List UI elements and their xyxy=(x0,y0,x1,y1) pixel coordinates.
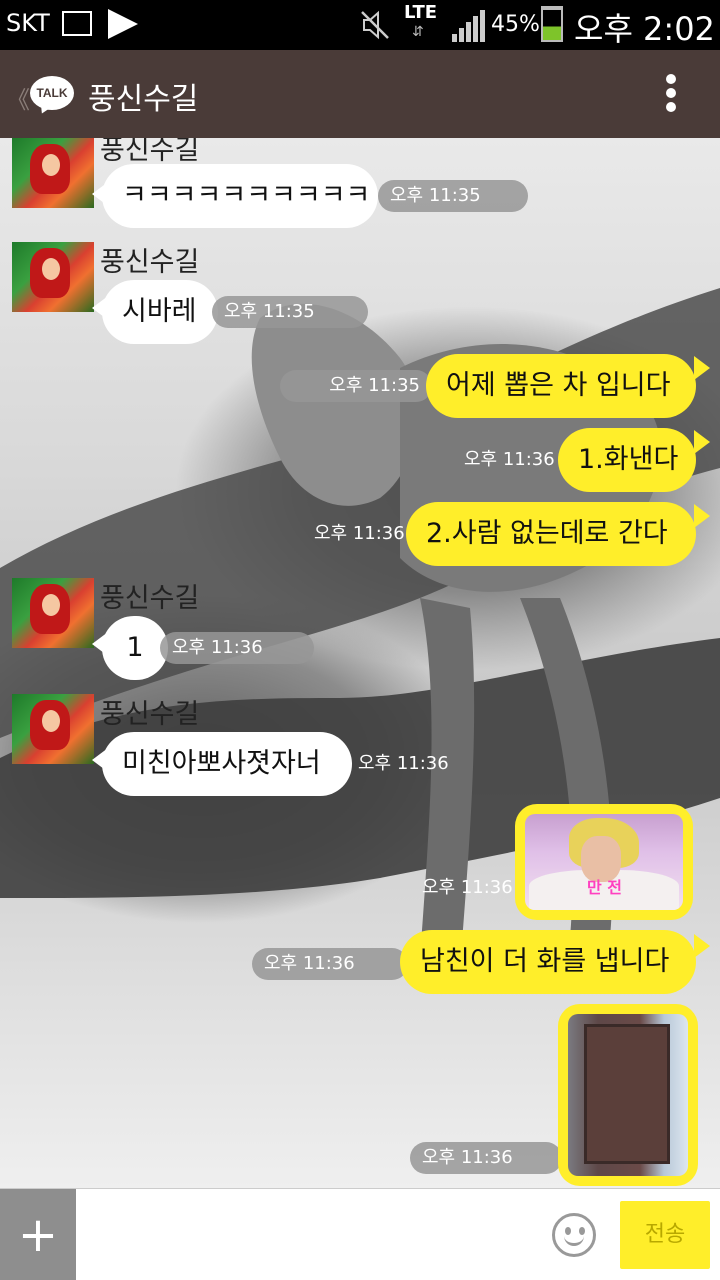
message-bubble[interactable]: 2.사람 없는데로 간다 xyxy=(406,502,696,566)
message-input-bar: + 전송 xyxy=(0,1188,720,1280)
network-type: LTE xyxy=(404,2,438,23)
message-time: 오후 11:36 xyxy=(358,753,449,774)
chat-header: 《 TALK 풍신수길 xyxy=(0,50,720,138)
battery-icon xyxy=(541,6,563,42)
kakaotalk-logo-icon: TALK xyxy=(30,76,74,110)
play-notification-icon xyxy=(108,9,138,39)
data-arrows-icon: ⇵ xyxy=(412,24,424,40)
sender-avatar[interactable] xyxy=(12,242,94,312)
message-bubble[interactable]: 1.화낸다 xyxy=(558,428,696,492)
bubble-tail xyxy=(694,430,710,454)
chat-title: 풍신수길 xyxy=(88,82,199,117)
message-time: 오후 11:36 xyxy=(160,632,314,664)
sender-avatar[interactable] xyxy=(12,694,94,764)
message-bubble[interactable]: 시바레 xyxy=(102,280,218,344)
mute-icon xyxy=(361,10,389,40)
signal-icon xyxy=(452,10,485,42)
message-time: 오후 11:36 xyxy=(422,877,513,898)
image-message[interactable]: 만 전 xyxy=(515,804,693,920)
message-time: 오후 11:36 xyxy=(252,948,408,980)
sender-avatar[interactable] xyxy=(12,138,94,208)
message-bubble[interactable]: 남친이 더 화를 냅니다 xyxy=(400,930,696,994)
message-bubble[interactable]: 미친아뽀사졋자너 xyxy=(102,732,352,796)
status-bar: SKT LTE ⇵ 45% 오후 2:02 xyxy=(0,0,720,50)
emoticon-icon[interactable] xyxy=(552,1213,596,1257)
battery-percent: 45% xyxy=(491,12,540,37)
message-bubble[interactable]: ㅋㅋㅋㅋㅋㅋㅋㅋㅋㅋ xyxy=(102,164,378,228)
photo-thumbnail xyxy=(568,1014,688,1176)
message-time: 오후 11:35 xyxy=(280,370,432,402)
message-time: 오후 11:35 xyxy=(378,180,528,212)
chat-area[interactable]: 풍신수길 ㅋㅋㅋㅋㅋㅋㅋㅋㅋㅋ 오후 11:35 풍신수길 시바레 오후 11:… xyxy=(0,138,720,1188)
sender-name: 풍신수길 xyxy=(100,583,200,614)
message-bubble[interactable]: 어제 뽑은 차 입니다 xyxy=(426,354,696,418)
message-time: 오후 11:36 xyxy=(410,1142,562,1174)
message-input[interactable] xyxy=(76,1189,546,1280)
message-time: 오후 11:36 xyxy=(314,523,405,544)
sender-name: 풍신수길 xyxy=(100,138,200,166)
message-time: 오후 11:36 xyxy=(464,449,555,470)
bubble-tail xyxy=(694,934,710,958)
send-button[interactable]: 전송 xyxy=(620,1201,710,1269)
clock: 오후 2:02 xyxy=(574,10,715,48)
sender-name: 풍신수길 xyxy=(100,699,200,730)
message-time: 오후 11:35 xyxy=(212,296,368,328)
sender-avatar[interactable] xyxy=(12,578,94,648)
image-caption: 만 전 xyxy=(587,878,623,897)
sender-name: 풍신수길 xyxy=(100,247,200,278)
gallery-notification-icon xyxy=(62,11,92,36)
back-icon[interactable]: 《 xyxy=(6,80,30,115)
bubble-tail xyxy=(694,356,710,380)
attach-plus-button[interactable]: + xyxy=(0,1189,76,1280)
bubble-tail xyxy=(694,504,710,528)
overflow-menu-icon[interactable] xyxy=(666,74,678,114)
image-message[interactable] xyxy=(558,1004,698,1186)
carrier-label: SKT xyxy=(6,9,50,37)
message-bubble[interactable]: 1 xyxy=(102,616,168,680)
photo-thumbnail: 만 전 xyxy=(525,814,683,910)
